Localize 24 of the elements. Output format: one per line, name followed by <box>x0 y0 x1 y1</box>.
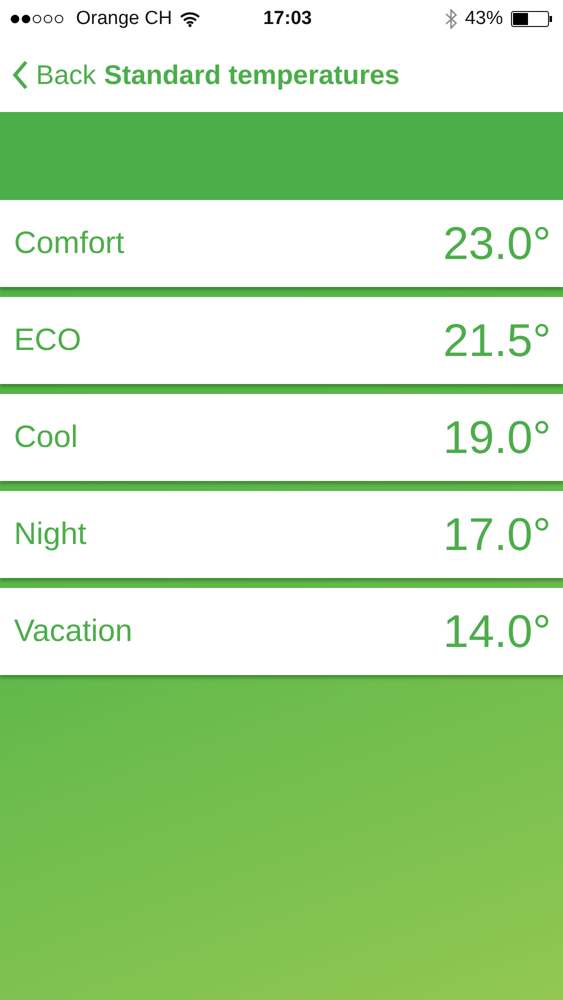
back-icon <box>12 60 28 90</box>
mode-name: Vacation <box>14 612 132 650</box>
mode-name: Cool <box>14 418 78 456</box>
clock-time: 17:03 <box>263 6 312 31</box>
battery-percent: 43% <box>464 6 503 31</box>
screen-title: Standard temperatures <box>104 58 400 92</box>
mode-name: Night <box>14 515 86 554</box>
temperature-value: 19.0° <box>443 410 551 465</box>
temperature-value: 17.0° <box>443 507 551 562</box>
battery-icon <box>511 11 553 27</box>
bluetooth-icon <box>444 9 457 29</box>
temperature-value: 23.0° <box>443 216 551 271</box>
mode-name: Comfort <box>14 224 124 262</box>
temperature-value: 14.0° <box>443 604 551 659</box>
temperature-row[interactable]: Cool 19.0° <box>0 394 563 481</box>
temperature-value: 21.5° <box>443 313 551 368</box>
wifi-icon <box>180 12 200 26</box>
temperature-row[interactable]: ECO 21.5° <box>0 297 563 384</box>
mode-name: ECO <box>14 321 82 360</box>
carrier-name: Orange CH <box>76 6 172 31</box>
temperature-row[interactable]: Vacation 14.0° <box>0 588 563 675</box>
temperature-row[interactable]: Comfort 23.0° <box>0 200 563 287</box>
temperature-row[interactable]: Night 17.0° <box>0 491 563 578</box>
back-button[interactable]: Back <box>12 54 96 96</box>
